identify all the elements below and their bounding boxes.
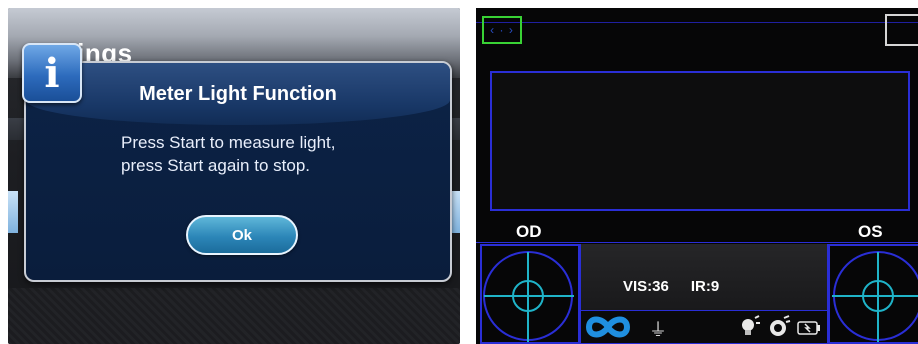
crosshair-icon	[483, 251, 574, 342]
od-target[interactable]	[480, 244, 580, 344]
readout-panel: VIS:36 IR:9	[580, 244, 828, 310]
dialog-message-line-1: Press Start to measure light,	[121, 133, 336, 152]
ok-button[interactable]: Ok	[186, 215, 298, 255]
info-icon: i	[22, 43, 82, 103]
dialog-message-line-2: press Start again to stop.	[121, 156, 310, 175]
bulb-icon	[742, 315, 760, 335]
meter-display-screen: ‹ · › OD OS VIS:36 IR:9 ⏚	[476, 8, 918, 344]
bottom-divider	[476, 242, 918, 243]
meter-light-dialog: Meter Light Function Press Start to meas…	[24, 61, 452, 282]
top-divider	[476, 22, 918, 23]
od-label: OD	[516, 222, 542, 241]
measurement-area	[490, 71, 910, 211]
dialog-title: Meter Light Function	[139, 83, 337, 105]
bottom-texture	[8, 288, 460, 344]
top-right-button[interactable]	[885, 14, 918, 46]
crosshair-icon	[832, 251, 918, 342]
battery-icon	[797, 321, 820, 335]
os-target[interactable]	[828, 244, 918, 344]
os-label: OS	[858, 222, 883, 241]
status-bar: ⏚	[580, 310, 828, 344]
camera-icon	[770, 315, 791, 336]
left-side-tab	[8, 191, 18, 233]
infinity-icon	[585, 316, 631, 338]
vis-readout: VIS:36	[623, 278, 669, 295]
meter-light-screen: tings Meter Light Function Press Start t…	[8, 8, 460, 344]
readouts: VIS:36 IR:9	[623, 278, 719, 295]
dialog-message: Press Start to measure light, press Star…	[121, 131, 441, 177]
usb-icon: ⏚	[649, 320, 667, 340]
ir-readout: IR:9	[690, 278, 720, 295]
expand-button[interactable]: ‹ · ›	[482, 16, 522, 44]
